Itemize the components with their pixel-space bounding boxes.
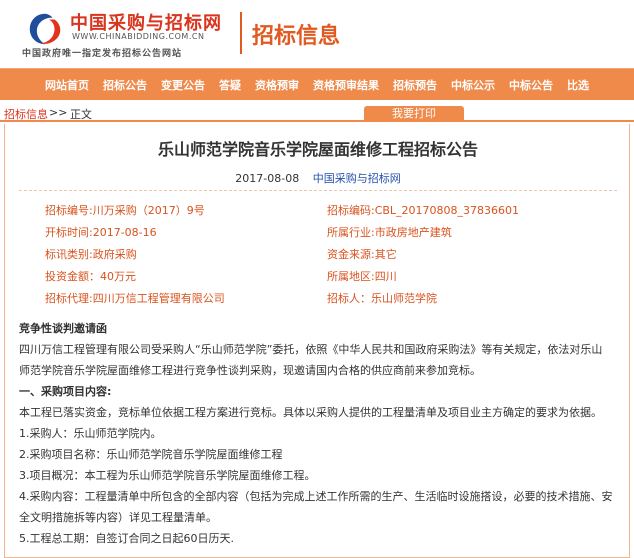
body-line-1: 本工程已落实资金，竞标单位依据工程方案进行竞标。具体以采购人提供的工程量清单及项… [19, 406, 602, 419]
breadcrumb-separator: >> [49, 106, 68, 119]
info-opening-time: 开标时间:2017-08-16 [45, 226, 157, 239]
notice-title: 乐山师范学院音乐学院屋面维修工程招标公告 [157, 140, 478, 159]
info-region: 所属地区:四川 [327, 270, 397, 283]
nav-item-prequalification[interactable]: 资格预审 [248, 77, 306, 93]
site-tagline: 中国政府唯一指定发布招标公告网站 [22, 49, 183, 59]
divider [19, 190, 617, 191]
main-nav: 网站首页 招标公告 变更公告 答疑 资格预审 资格预审结果 招标预告 中标公示 … [0, 68, 634, 100]
notice-source-link[interactable]: 中国采购与招标网 [313, 172, 401, 185]
notice-date: 2017-08-08 [235, 172, 300, 185]
nav-item-comparison[interactable]: 比选 [560, 77, 596, 93]
body-intro-line-2: 师范学院音乐学院屋面维修工程进行竞争性谈判采购，现邀请国内合格的供应商前来参加竞… [19, 364, 481, 377]
header-divider [240, 12, 242, 54]
nav-item-award-notice[interactable]: 中标公告 [502, 77, 560, 93]
notice-meta: 2017-08-08 中国采购与招标网 [5, 170, 631, 186]
body-heading: 竞争性谈判邀请函 [19, 322, 107, 335]
notice-body: 竞争性谈判邀请函 四川万信工程管理有限公司受采购人“乐山师范学院”委托，依照《中… [19, 318, 621, 549]
body-item-4-line-1: 4.采购内容：工程量清单中所包含的全部内容（包括为完成上述工作所需的生产、生活临… [19, 490, 613, 503]
breadcrumb-link[interactable]: 招标信息 [4, 106, 48, 122]
info-investment: 投资金额：40万元 [45, 270, 136, 283]
nav-item-change-notice[interactable]: 变更公告 [154, 77, 212, 93]
nav-item-tender-forecast[interactable]: 招标预告 [386, 77, 444, 93]
body-item-1: 1.采购人：乐山师范学院内。 [19, 427, 162, 440]
info-tender-code: 招标编码:CBL_20170808_37836601 [327, 204, 520, 217]
body-item-4-line-2: 全文明措施拆等内容）详见工程量清单。 [19, 511, 217, 524]
breadcrumb-current: 正文 [70, 108, 92, 121]
nav-item-tender-notice[interactable]: 招标公告 [96, 77, 154, 93]
info-category: 标讯类别:政府采购 [45, 248, 137, 261]
body-item-3: 3.项目概况：本工程为乐山师范学院音乐学院屋面维修工程。 [19, 469, 316, 482]
print-button[interactable]: 我要打印 [364, 106, 464, 122]
body-item-5: 5.工程总工期：自签订合同之日起60日历天. [19, 532, 234, 545]
info-fund-source: 资金来源:其它 [327, 248, 397, 261]
site-logo-url: WWW.CHINABIDDING.COM.CN [72, 32, 205, 41]
info-tenderer: 招标人：乐山师范学院 [327, 292, 437, 305]
info-industry: 所属行业:市政房地产建筑 [327, 226, 452, 239]
body-item-2: 2.采购项目名称：乐山师范学院音乐学院屋面维修工程 [19, 448, 283, 461]
notice-content: 乐山师范学院音乐学院屋面维修工程招标公告 2017-08-08 中国采购与招标网… [4, 124, 630, 558]
nav-item-qa[interactable]: 答疑 [212, 77, 248, 93]
nav-item-prequalification-result[interactable]: 资格预审结果 [306, 77, 386, 93]
info-agent: 招标代理:四川万信工程管理有限公司 [45, 292, 225, 305]
breadcrumb: 招标信息 >> 正文 [0, 104, 634, 122]
body-intro-line-1: 四川万信工程管理有限公司受采购人“乐山师范学院”委托，依照《中华人民共和国政府采… [19, 343, 603, 356]
body-section-1: 一、采购项目内容: [19, 385, 112, 398]
site-header: 中国采购与招标网 WWW.CHINABIDDING.COM.CN 中国政府唯一指… [0, 0, 634, 68]
nav-item-home[interactable]: 网站首页 [38, 77, 96, 93]
logo-icon[interactable] [26, 10, 64, 48]
section-title: 招标信息 [252, 24, 341, 49]
info-tender-number: 招标编号:川万采购（2017）9号 [45, 204, 205, 217]
nav-item-award-publicity[interactable]: 中标公示 [444, 77, 502, 93]
